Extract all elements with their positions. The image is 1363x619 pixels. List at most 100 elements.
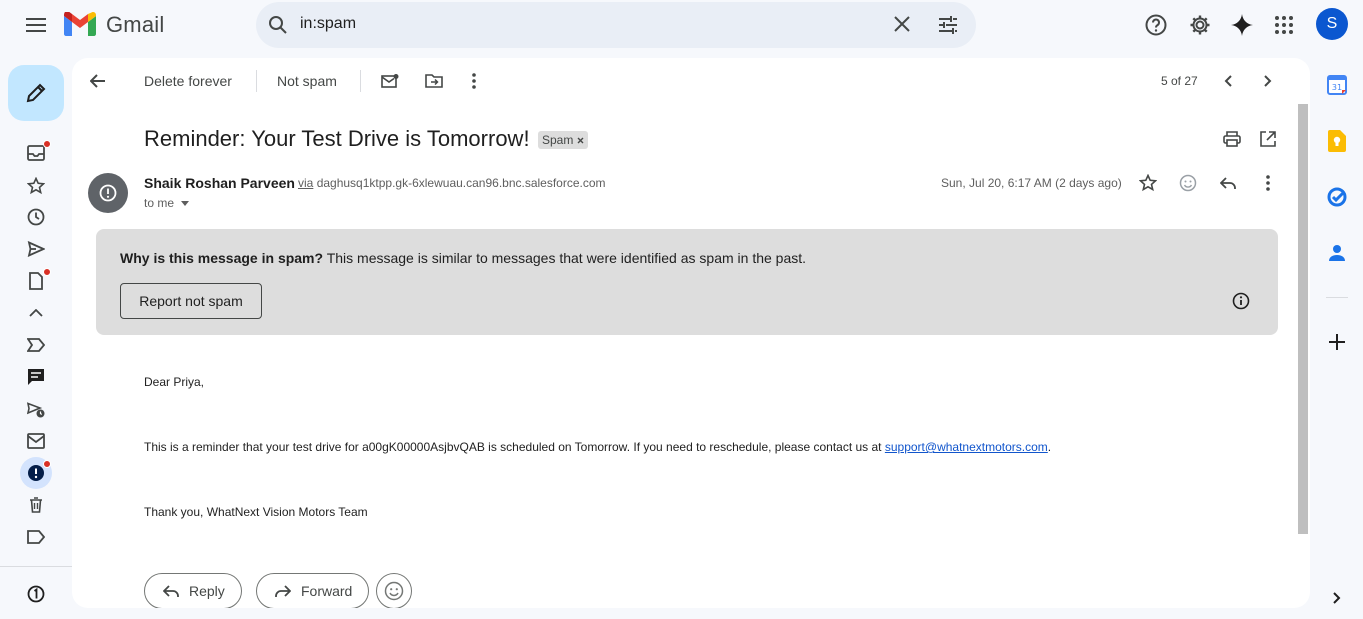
gemini-button[interactable] <box>1222 5 1262 45</box>
rail-inbox[interactable] <box>24 140 51 165</box>
forward-label: Forward <box>301 583 353 599</box>
caret-down-icon[interactable] <box>181 201 190 207</box>
rail-sent[interactable] <box>24 237 48 261</box>
spam-notice-banner: Why is this message in spam? This messag… <box>96 229 1278 335</box>
get-addons-button[interactable] <box>1326 331 1348 353</box>
help-button[interactable] <box>1136 5 1176 45</box>
rail-divider <box>0 566 72 567</box>
forward-icon <box>275 584 291 597</box>
forward-button[interactable]: Forward <box>256 573 370 608</box>
toolbar-divider <box>360 70 361 92</box>
via-label[interactable]: via <box>298 176 313 190</box>
rail-scheduled[interactable] <box>24 398 48 422</box>
pagination-count: 5 of 27 <box>1161 74 1198 88</box>
search-button[interactable] <box>268 15 288 35</box>
print-icon <box>1223 131 1241 147</box>
move-to-folder-icon <box>425 74 443 88</box>
spam-label-badge[interactable]: Spam <box>538 131 589 149</box>
inbox-icon <box>27 145 45 161</box>
move-to-button[interactable] <box>414 61 454 101</box>
search-input[interactable]: in:spam <box>300 15 356 33</box>
emoji-icon <box>1179 174 1197 192</box>
message-date: Sun, Jul 20, 6:17 AM (2 days ago) <box>941 176 1122 190</box>
star-icon <box>27 177 45 195</box>
main-menu-button[interactable] <box>16 5 56 45</box>
message-view: Delete forever Not spam 5 of 27 Reminder… <box>72 58 1310 608</box>
close-icon <box>894 16 910 32</box>
message-more-button[interactable] <box>1248 163 1288 203</box>
remove-label-icon[interactable] <box>577 137 584 144</box>
spam-question: Why is this message in spam? <box>120 250 324 266</box>
all-mail-icon <box>27 433 45 449</box>
account-avatar[interactable]: S <box>1316 8 1348 40</box>
body-reminder: This is a reminder that your test drive … <box>144 440 1051 454</box>
tasks-app-button[interactable] <box>1326 186 1348 208</box>
calendar-app-button[interactable]: 31 <box>1326 74 1348 96</box>
rail-trash[interactable] <box>24 493 48 517</box>
support-email-link[interactable]: support@whatnextmotors.com <box>885 440 1048 454</box>
rail-starred[interactable] <box>24 174 48 198</box>
rail-label[interactable] <box>24 525 48 549</box>
clear-search-button[interactable] <box>894 16 910 32</box>
side-panel-divider <box>1326 297 1348 298</box>
more-actions-button[interactable] <box>454 61 494 101</box>
show-side-panel-button[interactable] <box>1326 587 1348 609</box>
star-outline-icon <box>1139 174 1157 192</box>
scheduled-send-icon <box>27 402 45 418</box>
reminder-period: . <box>1047 440 1052 454</box>
contacts-app-button[interactable] <box>1326 242 1348 264</box>
recipient-details[interactable]: to me <box>144 196 190 210</box>
search-bar[interactable]: in:spam <box>256 2 976 48</box>
chevron-up-icon <box>29 309 43 317</box>
compose-button[interactable] <box>8 65 64 121</box>
report-not-spam-button[interactable]: Report not spam <box>120 283 262 319</box>
spam-info-button[interactable] <box>1232 292 1250 310</box>
rail-all-mail[interactable] <box>24 429 48 453</box>
mark-unread-button[interactable] <box>370 61 410 101</box>
open-in-new-icon <box>1260 131 1276 147</box>
rail-important[interactable] <box>24 333 48 357</box>
add-reaction-button[interactable] <box>1168 163 1208 203</box>
open-new-window-button[interactable] <box>1248 119 1288 159</box>
help-icon <box>1145 14 1167 36</box>
important-icon <box>27 338 45 352</box>
rail-snoozed[interactable] <box>24 205 48 229</box>
spam-reason: This message is similar to messages that… <box>326 250 807 266</box>
sender-name[interactable]: Shaik Roshan Parveen <box>144 175 295 191</box>
body-signoff: Thank you, WhatNext Vision Motors Team <box>144 505 368 519</box>
rail-less[interactable] <box>24 301 48 325</box>
back-button[interactable] <box>78 61 118 101</box>
search-options-button[interactable] <box>938 15 958 35</box>
numbered-badge-icon <box>27 585 45 603</box>
rail-chats[interactable] <box>24 365 48 389</box>
warning-circle-icon <box>99 184 117 202</box>
not-spam-button[interactable]: Not spam <box>277 73 337 89</box>
scrollbar-thumb[interactable] <box>1298 104 1308 534</box>
gear-icon <box>1190 15 1210 35</box>
delete-forever-button[interactable]: Delete forever <box>144 73 232 89</box>
gmail-logo[interactable] <box>64 12 96 36</box>
reply-button[interactable]: Reply <box>144 573 242 608</box>
sender-avatar[interactable] <box>88 173 128 213</box>
google-apps-button[interactable] <box>1264 5 1304 45</box>
emoji-reaction-button[interactable] <box>376 573 412 608</box>
rail-notifications[interactable] <box>24 582 48 606</box>
more-vert-icon <box>1266 175 1270 191</box>
svg-text:31: 31 <box>1332 83 1342 92</box>
keep-app-button[interactable] <box>1326 130 1348 152</box>
older-button[interactable] <box>1248 61 1288 101</box>
chat-icon <box>28 369 44 385</box>
plus-icon <box>1329 334 1345 350</box>
reminder-text: This is a reminder that your test drive … <box>144 440 885 454</box>
settings-button[interactable] <box>1180 5 1220 45</box>
star-button[interactable] <box>1128 163 1168 203</box>
spam-icon <box>28 465 44 481</box>
rail-drafts[interactable] <box>24 268 51 293</box>
newer-button[interactable] <box>1208 61 1248 101</box>
gmail-logo-icon <box>64 12 96 36</box>
rail-spam-active[interactable] <box>20 457 52 489</box>
print-button[interactable] <box>1212 119 1252 159</box>
info-icon <box>1232 292 1250 310</box>
reply-icon-button[interactable] <box>1208 163 1248 203</box>
spam-explanation: Why is this message in spam? This messag… <box>120 250 806 266</box>
